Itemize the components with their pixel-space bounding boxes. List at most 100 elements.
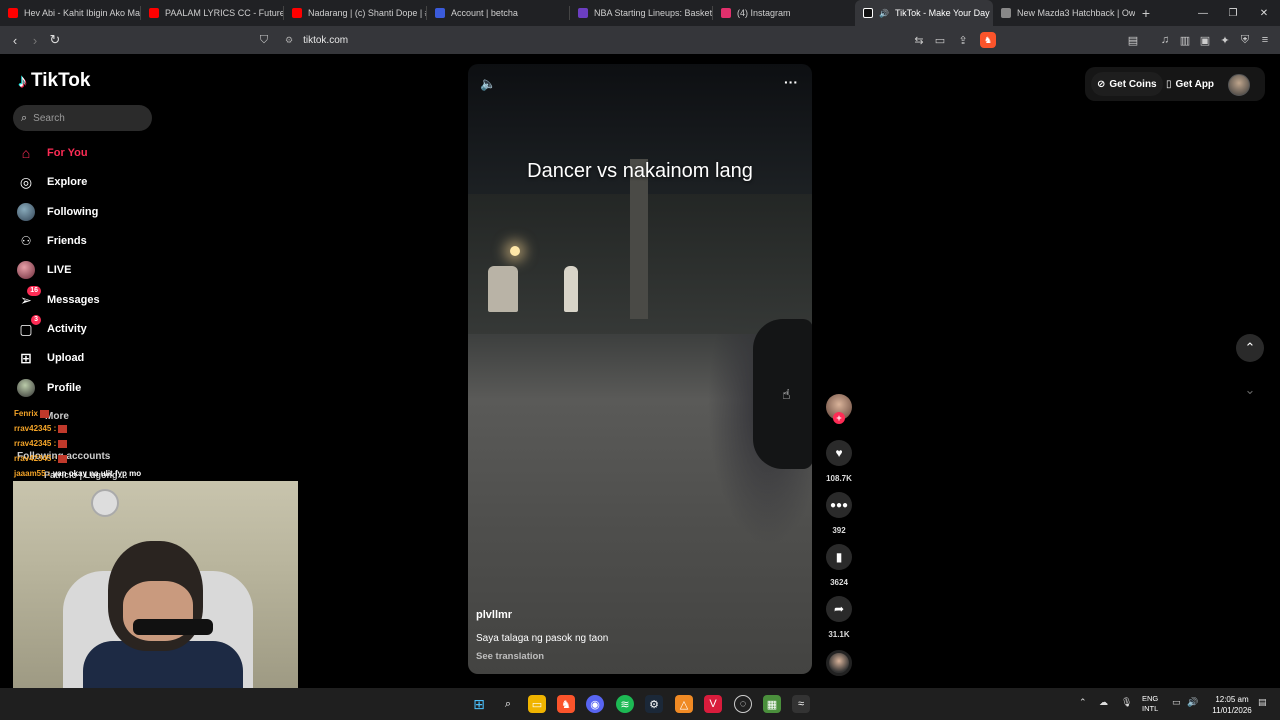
get-coins-label: Get Coins: [1109, 78, 1157, 90]
video-player[interactable]: 🔈 ··· Dancer vs nakainom lang plvllmr Sa…: [468, 64, 812, 674]
chat-username: rrav42345 :: [14, 454, 57, 463]
media-icon[interactable]: ♫: [1157, 32, 1173, 48]
url-text: tiktok.com: [303, 34, 349, 46]
volume-icon[interactable]: 🔊: [1187, 697, 1198, 708]
tab-label: PAALAM LYRICS CC - Future Th: [165, 8, 283, 18]
video-person-image: [564, 266, 578, 312]
sidebar-item-friends[interactable]: ⚇ Friends: [17, 230, 87, 252]
address-bar: ‹ › ↻ ⛉ ⚙ tiktok.com ⇆ ▭ ⇪ ♞ ▤ ♫ ▥ ▣ ✦ ⛨…: [0, 26, 1280, 54]
sidebar-item-profile[interactable]: Profile: [17, 377, 81, 399]
next-video-button[interactable]: ⌄: [1236, 376, 1264, 404]
close-window-icon[interactable]: ✕: [1249, 0, 1279, 26]
sidebar-item-explore[interactable]: ◎ Explore: [17, 171, 87, 193]
user-avatar[interactable]: [1228, 74, 1250, 96]
browser-tab[interactable]: Hev Abi - Kahit Ibigin Ako Mal: [0, 0, 140, 26]
tiktok-logo[interactable]: ♪ TikTok: [18, 70, 90, 92]
webcam-overlay: [13, 481, 298, 688]
site-info-icon[interactable]: ⚙: [285, 35, 293, 46]
browser-tab[interactable]: Account | betcha: [427, 0, 569, 26]
video-author[interactable]: plvllmr: [476, 609, 512, 621]
browser-tab[interactable]: NBA Starting Lineups: Basketb: [570, 0, 712, 26]
minimize-icon[interactable]: —: [1188, 0, 1218, 26]
sidebar-toggle-icon[interactable]: ▥: [1177, 32, 1193, 48]
tab-label: TikTok - Make Your Day: [894, 8, 990, 18]
browser-tab[interactable]: New Mazda3 Hatchback | Own: [993, 0, 1135, 26]
app3-icon[interactable]: ▦: [763, 695, 781, 713]
leo-ai-icon[interactable]: ✦: [1217, 32, 1233, 48]
discord-icon[interactable]: ◉: [586, 695, 604, 713]
share-icon[interactable]: ⇪: [955, 32, 971, 48]
wallet-icon[interactable]: ▤: [1125, 32, 1141, 48]
browser-tab[interactable]: PAALAM LYRICS CC - Future Th: [141, 0, 283, 26]
microphone-icon[interactable]: 🎙: [1121, 697, 1132, 708]
like-count: 108.7K: [826, 474, 852, 483]
brave-shield-icon[interactable]: ♞: [980, 32, 996, 48]
sidebar-item-label: Messages: [47, 294, 100, 306]
app2-icon[interactable]: ◌: [734, 695, 752, 713]
previous-video-button[interactable]: ⌃: [1236, 334, 1264, 362]
mouse-cursor-icon: ☝: [782, 386, 791, 402]
bookmark-icon[interactable]: ⛉: [256, 32, 272, 48]
sidebar-item-label: Upload: [47, 352, 85, 364]
network-icon[interactable]: ▭: [1172, 697, 1181, 708]
save-button[interactable]: ▮: [826, 544, 852, 570]
valorant-icon[interactable]: V: [704, 695, 722, 713]
comment-button[interactable]: ●●●: [826, 492, 852, 518]
get-coins-button[interactable]: ⊘ Get Coins: [1091, 72, 1163, 96]
url-field[interactable]: ⚙ tiktok.com: [285, 30, 1005, 50]
sidebar-item-live[interactable]: LIVE: [17, 259, 71, 281]
menu-icon[interactable]: ≡: [1257, 32, 1273, 48]
browser-tab[interactable]: Nadarang | (c) Shanti Dope | #: [284, 0, 426, 26]
chat-line: jaaam55 : yan okay na ulit fyp mo: [14, 466, 214, 481]
cast-icon[interactable]: ▭: [932, 32, 948, 48]
volume-icon[interactable]: 🔈: [480, 76, 496, 92]
browser-tab-active[interactable]: 🔊TikTok - Make Your Day✕: [855, 0, 993, 26]
maximize-icon[interactable]: ❐: [1218, 0, 1248, 26]
search-icon[interactable]: ⌕: [499, 695, 517, 713]
sidebar-item-following[interactable]: Following: [17, 201, 98, 223]
tab-label: (4) Instagram: [737, 8, 791, 18]
nba-favicon-icon: [578, 8, 588, 18]
emote-icon: [58, 424, 68, 433]
app-icon[interactable]: △: [675, 695, 693, 713]
video-light-image: [510, 246, 520, 256]
vpn-icon[interactable]: ⛨: [1237, 32, 1253, 48]
system-clock[interactable]: 12:05 am 11/01/2026: [1208, 694, 1256, 716]
tray-overflow-icon[interactable]: ⌃: [1079, 697, 1087, 708]
windows-start-icon[interactable]: ⊞: [470, 695, 488, 713]
wallet2-icon[interactable]: ▣: [1197, 32, 1213, 48]
language-indicator[interactable]: ENG INTL: [1142, 694, 1158, 714]
app4-icon[interactable]: ≈: [792, 695, 810, 713]
file-explorer-icon[interactable]: ▭: [528, 695, 546, 713]
notifications-icon[interactable]: ▤: [1258, 697, 1267, 708]
logo-text: TikTok: [31, 70, 91, 91]
back-icon[interactable]: ‹: [5, 30, 25, 50]
follow-plus-icon[interactable]: +: [833, 412, 845, 424]
chat-line: rrav42345 :: [14, 421, 214, 436]
share-button[interactable]: ➦: [826, 596, 852, 622]
see-translation-link[interactable]: See translation: [476, 651, 544, 662]
spotify-icon[interactable]: ≋: [616, 695, 634, 713]
get-app-button[interactable]: ▯ Get App: [1160, 72, 1220, 96]
search-input[interactable]: [33, 112, 134, 124]
translate-icon[interactable]: ⇆: [911, 32, 927, 48]
reload-icon[interactable]: ↻: [45, 30, 65, 50]
sidebar-item-activity[interactable]: ▢ 3 Activity: [17, 315, 87, 340]
brave-browser-icon[interactable]: ♞: [557, 695, 575, 713]
tiktok-favicon-icon: [863, 8, 873, 18]
search-box[interactable]: ⌕: [13, 105, 152, 131]
video-overlay-title: Dancer vs nakainom lang: [527, 160, 753, 182]
tray-app-icon[interactable]: ☁: [1099, 697, 1108, 708]
more-options-icon[interactable]: ···: [784, 74, 798, 90]
like-button[interactable]: ♥: [826, 440, 852, 466]
sidebar-item-label: Friends: [47, 235, 87, 247]
new-tab-button[interactable]: +: [1135, 5, 1157, 21]
music-disc-icon[interactable]: [826, 650, 852, 676]
sidebar-item-for-you[interactable]: ⌂ For You: [17, 142, 88, 164]
tiktok-page: ♪ TikTok ⌕ ⌂ For You ◎ Explore Following…: [0, 54, 1280, 688]
forward-icon[interactable]: ›: [25, 30, 45, 50]
steam-icon[interactable]: ⚙: [645, 695, 663, 713]
browser-tab[interactable]: (4) Instagram: [713, 0, 855, 26]
sidebar-item-messages[interactable]: ➢ 16 Messages: [17, 286, 100, 311]
sidebar-item-upload[interactable]: ⊞ Upload: [17, 347, 84, 369]
